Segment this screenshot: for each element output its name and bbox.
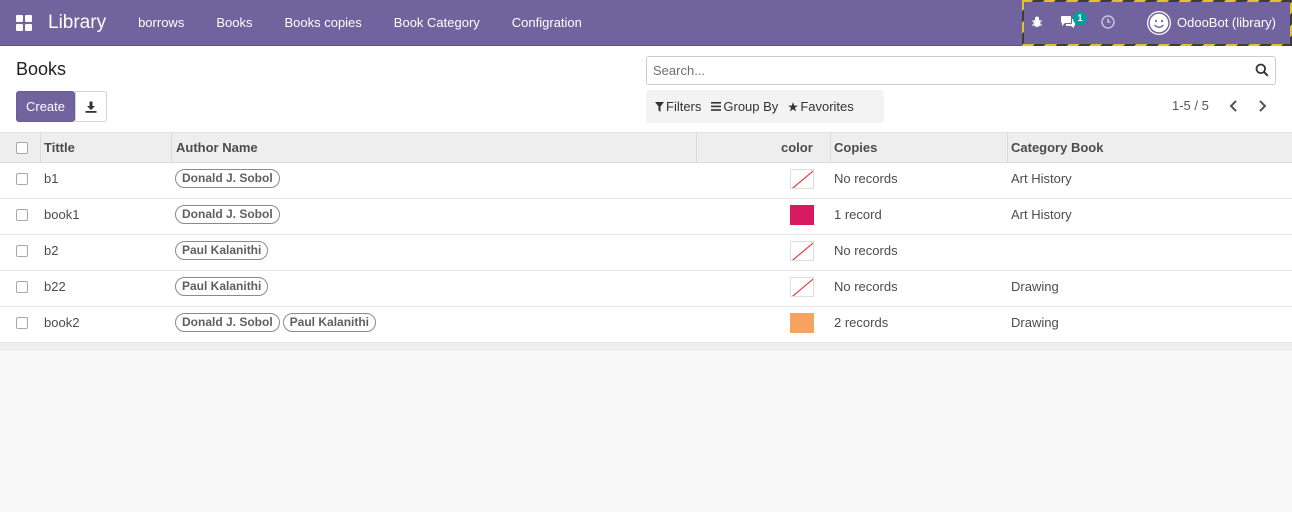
author-tags: Donald J. Sobol: [172, 163, 283, 198]
debug-bug-icon[interactable]: [1029, 14, 1045, 30]
user-menu[interactable]: OdooBot (library): [1177, 0, 1276, 46]
book-title: book2: [44, 315, 80, 330]
books-list: Tittle Author Name color Copies Category…: [0, 133, 1292, 351]
row-checkbox[interactable]: [16, 281, 28, 293]
pager-value[interactable]: 1-5 / 5: [1172, 98, 1209, 113]
control-panel: Books Create Filters Group By Favorites …: [0, 46, 1292, 133]
favorites-label: Favorites: [800, 99, 854, 114]
table-row[interactable]: b2 Paul Kalanithi No records: [0, 235, 1292, 271]
table-row[interactable]: book2 Donald J. Sobol Paul Kalanithi 2 re…: [0, 307, 1292, 343]
row-checkbox-cell[interactable]: [16, 163, 28, 198]
row-checkbox-cell[interactable]: [16, 199, 28, 234]
category-book: Art History: [1011, 207, 1072, 222]
group-by-lines-icon: [711, 102, 722, 111]
search-bar: [646, 56, 1276, 85]
category-book: Art History: [1011, 171, 1072, 186]
row-checkbox[interactable]: [16, 209, 28, 221]
color-cell: [790, 307, 814, 342]
row-checkbox[interactable]: [16, 245, 28, 257]
search-options-bar: Filters Group By Favorites: [646, 90, 884, 123]
column-copies[interactable]: Copies: [834, 133, 877, 162]
author-tag: Paul Kalanithi: [282, 313, 377, 332]
author-tags: Paul Kalanithi: [172, 235, 271, 270]
color-cell: [790, 163, 814, 198]
select-all-checkbox-cell[interactable]: [16, 133, 28, 162]
menu-book-category[interactable]: Book Category: [378, 0, 496, 46]
row-checkbox-cell[interactable]: [16, 271, 28, 306]
copies-count: 2 records: [834, 315, 889, 330]
author-tags: Paul Kalanithi: [172, 271, 271, 306]
category-book: Drawing: [1011, 315, 1059, 330]
table-row[interactable]: book1 Donald J. Sobol 1 record Art Histo…: [0, 199, 1292, 235]
activity-clock-icon[interactable]: [1100, 14, 1116, 30]
color-swatch: [790, 205, 814, 225]
copies-count: No records: [834, 243, 898, 258]
author-tag: Donald J. Sobol: [175, 205, 280, 224]
star-icon: [788, 101, 799, 111]
chevron-right-icon[interactable]: [1254, 98, 1270, 114]
author-tag: Donald J. Sobol: [175, 169, 280, 188]
table-header: Tittle Author Name color Copies Category…: [0, 133, 1292, 163]
user-avatar[interactable]: [1147, 11, 1171, 35]
category-book: Drawing: [1011, 279, 1059, 294]
favorites-dropdown[interactable]: Favorites: [788, 99, 854, 114]
color-swatch-empty: [790, 241, 814, 261]
download-icon: [85, 101, 97, 113]
chevron-left-icon[interactable]: [1226, 98, 1242, 114]
color-swatch: [790, 313, 814, 333]
messages-count-badge: 1: [1073, 12, 1087, 25]
app-title[interactable]: Library: [48, 0, 106, 46]
apps-menu-icon[interactable]: [0, 0, 48, 46]
menu-configuration[interactable]: Configration: [496, 0, 598, 46]
search-input[interactable]: [647, 57, 1237, 84]
filter-funnel-icon: [655, 101, 664, 112]
book-title: book1: [44, 207, 80, 222]
author-tags: Donald J. Sobol Paul Kalanithi: [172, 307, 379, 342]
export-download-button[interactable]: [75, 91, 107, 122]
author-tag: Donald J. Sobol: [175, 313, 280, 332]
column-author[interactable]: Author Name: [176, 133, 258, 162]
list-footer: [0, 343, 1292, 351]
column-color[interactable]: color: [781, 133, 813, 162]
table-row[interactable]: b22 Paul Kalanithi No records Drawing: [0, 271, 1292, 307]
table-row[interactable]: b1 Donald J. Sobol No records Art Histor…: [0, 163, 1292, 199]
menu-books[interactable]: Books: [200, 0, 268, 46]
color-swatch-empty: [790, 169, 814, 189]
column-title[interactable]: Tittle: [44, 133, 75, 162]
page-title: Books: [16, 59, 67, 79]
column-category[interactable]: Category Book: [1011, 133, 1103, 162]
color-swatch-empty: [790, 277, 814, 297]
book-title: b2: [44, 243, 59, 258]
color-cell: [790, 271, 814, 306]
filters-dropdown[interactable]: Filters: [655, 99, 701, 114]
color-cell: [790, 235, 814, 270]
copies-count: No records: [834, 171, 898, 186]
create-button[interactable]: Create: [16, 91, 75, 122]
book-title: b1: [44, 171, 59, 186]
search-icon[interactable]: [1255, 63, 1269, 77]
row-checkbox[interactable]: [16, 317, 28, 329]
row-checkbox[interactable]: [16, 173, 28, 185]
color-cell: [790, 199, 814, 234]
filters-label: Filters: [666, 99, 702, 114]
author-tag: Paul Kalanithi: [175, 277, 269, 296]
menu-books-copies[interactable]: Books copies: [268, 0, 377, 46]
menu-borrows[interactable]: borrows: [122, 0, 200, 46]
row-checkbox-cell[interactable]: [16, 235, 28, 270]
row-checkbox-cell[interactable]: [16, 307, 28, 342]
group-by-dropdown[interactable]: Group By: [711, 99, 778, 114]
book-title: b22: [44, 279, 66, 294]
author-tags: Donald J. Sobol: [172, 199, 283, 234]
select-all-checkbox[interactable]: [16, 141, 28, 154]
copies-count: No records: [834, 279, 898, 294]
author-tag: Paul Kalanithi: [175, 241, 269, 260]
group-by-label: Group By: [723, 99, 779, 114]
copies-count: 1 record: [834, 207, 882, 222]
